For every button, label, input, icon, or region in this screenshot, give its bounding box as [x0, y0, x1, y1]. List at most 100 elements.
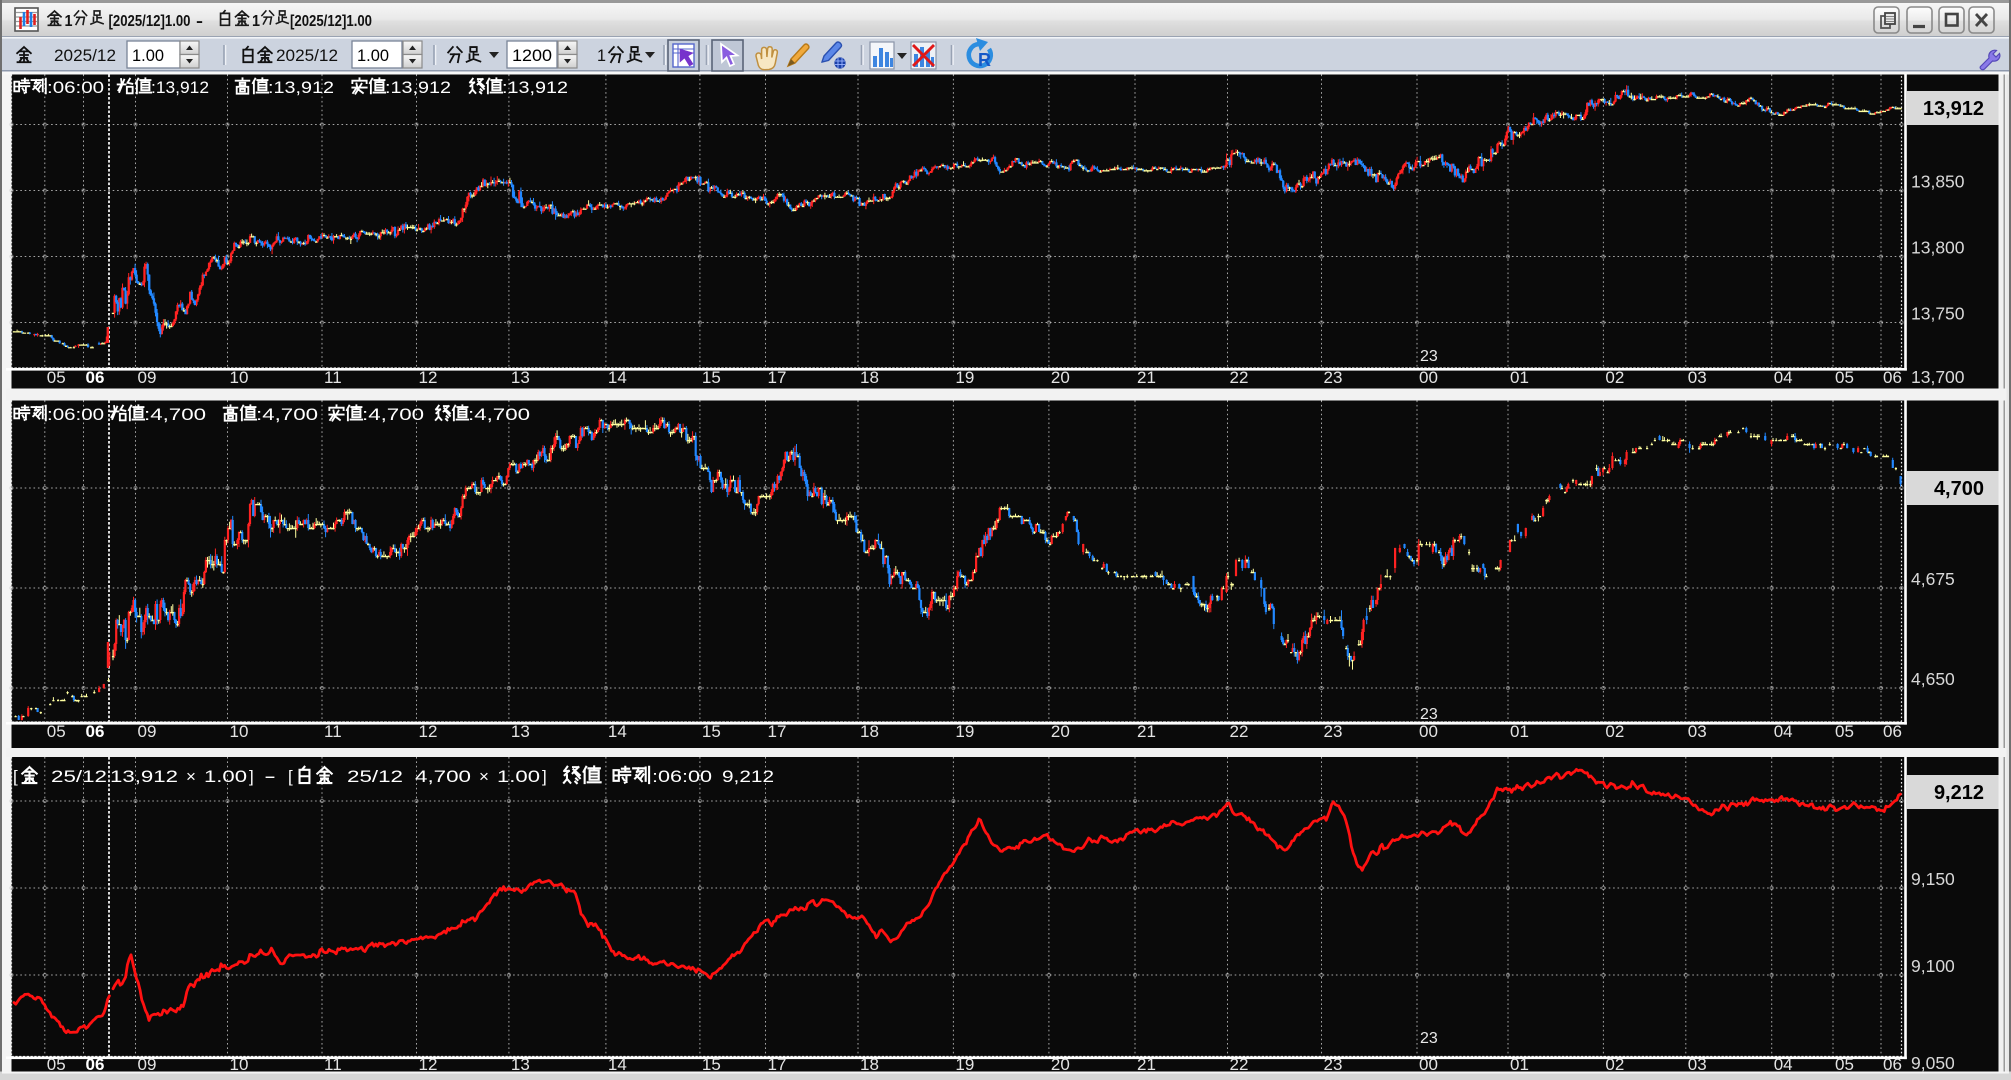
svg-text::4,700: :4,700	[468, 405, 530, 424]
svg-text:9,050: 9,050	[1911, 1053, 1955, 1073]
svg-text:22: 22	[1230, 1055, 1249, 1074]
svg-text:09: 09	[138, 368, 157, 387]
svg-text:05: 05	[1835, 368, 1854, 387]
svg-text:21: 21	[1137, 722, 1156, 741]
svg-text:18: 18	[860, 722, 879, 741]
svg-text:04: 04	[1774, 368, 1793, 387]
svg-text:01: 01	[1510, 722, 1529, 741]
svg-text:[: [	[288, 767, 293, 786]
svg-text:21: 21	[1137, 1055, 1156, 1074]
svg-text:13,700: 13,700	[1911, 367, 1965, 387]
svg-text:00: 00	[1419, 722, 1438, 741]
svg-text:13,750: 13,750	[1911, 304, 1965, 324]
svg-text:06: 06	[1883, 1055, 1902, 1074]
svg-text:12: 12	[419, 1055, 438, 1074]
svg-text:05: 05	[47, 368, 66, 387]
svg-text:20: 20	[1051, 722, 1070, 741]
svg-text:2025/12: 2025/12	[54, 46, 116, 65]
svg-text::06:00: :06:00	[47, 78, 104, 97]
svg-text:02: 02	[1605, 368, 1624, 387]
svg-text::4,700: :4,700	[144, 405, 206, 424]
svg-text:-: -	[264, 766, 276, 786]
svg-text::13,912: :13,912	[502, 78, 568, 97]
svg-text:-: -	[196, 13, 203, 30]
svg-text:[2025/12]1.00: [2025/12]1.00	[109, 13, 191, 30]
svg-text:22: 22	[1230, 368, 1249, 387]
svg-text:1.00: 1.00	[132, 46, 164, 65]
svg-text:13: 13	[511, 1055, 530, 1074]
svg-text:06: 06	[1883, 722, 1902, 741]
svg-text:1.00: 1.00	[357, 46, 389, 65]
svg-text:19: 19	[955, 1055, 974, 1074]
svg-text:03: 03	[1688, 722, 1707, 741]
svg-text:01: 01	[1510, 368, 1529, 387]
svg-text:09: 09	[138, 722, 157, 741]
svg-text:19: 19	[955, 722, 974, 741]
svg-text:13,912: 13,912	[1923, 98, 1984, 120]
svg-text:09: 09	[138, 1055, 157, 1074]
svg-text:22: 22	[1230, 722, 1249, 741]
svg-text::13,912: :13,912	[385, 78, 451, 97]
svg-text:1.00: 1.00	[204, 767, 247, 786]
svg-text:4,700: 4,700	[415, 767, 471, 786]
svg-text:18: 18	[860, 368, 879, 387]
svg-text:×: ×	[479, 767, 489, 786]
svg-text:03: 03	[1688, 1055, 1707, 1074]
svg-text:15: 15	[702, 722, 721, 741]
svg-text:4,700: 4,700	[1934, 478, 1984, 500]
svg-text:9,212: 9,212	[1934, 782, 1984, 804]
svg-text::06:00: :06:00	[652, 767, 712, 786]
svg-text:[: [	[13, 767, 18, 786]
svg-text:15: 15	[702, 368, 721, 387]
svg-text:02: 02	[1605, 1055, 1624, 1074]
svg-text:13,850: 13,850	[1911, 172, 1965, 192]
svg-text:13,800: 13,800	[1911, 238, 1965, 258]
svg-text:17: 17	[768, 1055, 787, 1074]
svg-text:25/12: 25/12	[347, 767, 403, 786]
svg-text:11: 11	[324, 368, 342, 387]
svg-text::4,700: :4,700	[362, 405, 424, 424]
svg-text::13,912: :13,912	[268, 78, 334, 97]
svg-text::06:00: :06:00	[47, 405, 104, 424]
svg-text:14: 14	[608, 1055, 627, 1074]
svg-text:10: 10	[230, 722, 249, 741]
svg-text:9,100: 9,100	[1911, 956, 1955, 976]
svg-text:9,212: 9,212	[722, 767, 774, 786]
svg-text:9,150: 9,150	[1911, 869, 1955, 889]
svg-text:23: 23	[1324, 1055, 1343, 1074]
svg-text:17: 17	[768, 368, 787, 387]
svg-text:4,675: 4,675	[1911, 569, 1955, 589]
svg-text:1: 1	[65, 13, 73, 30]
svg-text:13: 13	[511, 722, 530, 741]
svg-text:×: ×	[186, 767, 196, 786]
svg-text:02: 02	[1605, 722, 1624, 741]
svg-text:14: 14	[608, 368, 627, 387]
svg-text:23: 23	[1420, 348, 1438, 365]
svg-text:14: 14	[608, 722, 627, 741]
svg-text:10: 10	[230, 1055, 249, 1074]
svg-text:20: 20	[1051, 368, 1070, 387]
svg-text:06: 06	[86, 368, 105, 387]
svg-text:06: 06	[1883, 368, 1902, 387]
svg-text:21: 21	[1137, 368, 1156, 387]
svg-text:1: 1	[252, 13, 260, 30]
svg-text:13: 13	[511, 368, 530, 387]
svg-text:4,650: 4,650	[1911, 669, 1955, 689]
svg-text:12: 12	[419, 722, 438, 741]
svg-text:00: 00	[1419, 368, 1438, 387]
svg-text::4,700: :4,700	[256, 405, 318, 424]
svg-text:23: 23	[1324, 722, 1343, 741]
svg-text:1200: 1200	[512, 46, 552, 65]
svg-text:15: 15	[702, 1055, 721, 1074]
svg-text:1.00: 1.00	[497, 767, 540, 786]
svg-text:05: 05	[47, 722, 66, 741]
svg-text:05: 05	[47, 1055, 66, 1074]
svg-text:R: R	[978, 50, 991, 70]
svg-text:17: 17	[768, 722, 787, 741]
svg-text:03: 03	[1688, 368, 1707, 387]
svg-text:25/12: 25/12	[51, 767, 107, 786]
svg-text:05: 05	[1835, 1055, 1854, 1074]
svg-text:13,912: 13,912	[110, 767, 178, 786]
svg-text::13,912: :13,912	[151, 78, 209, 97]
svg-text:[2025/12]1.00: [2025/12]1.00	[290, 13, 372, 30]
